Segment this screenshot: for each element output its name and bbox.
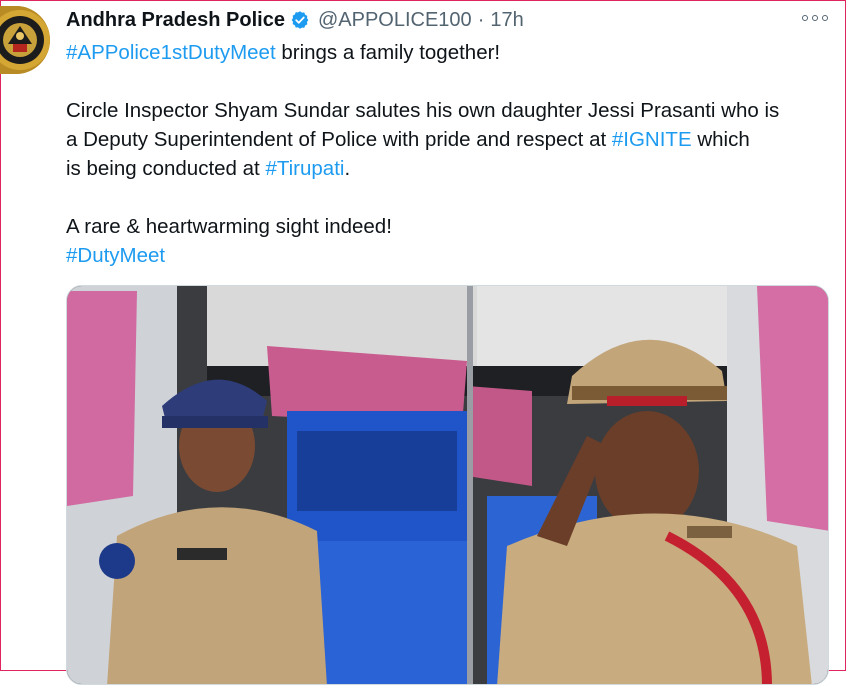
- more-options-icon[interactable]: [802, 10, 828, 26]
- timestamp[interactable]: 17h: [490, 9, 523, 32]
- author-handle[interactable]: @APPOLICE100: [318, 9, 472, 32]
- tweet-line-4: is being conducted at #Tirupati.: [66, 154, 836, 183]
- tweet-line-1: #APPolice1stDutyMeet brings a family tog…: [66, 38, 836, 67]
- separator-dot: ·: [477, 8, 485, 31]
- tweet-line-2: Circle Inspector Shyam Sundar salutes hi…: [66, 99, 780, 122]
- verified-badge-icon: [290, 10, 310, 30]
- tweet-line-1-text: brings a family together!: [275, 41, 501, 64]
- tweet-line-6: #DutyMeet: [66, 241, 836, 270]
- tweet-line-3-text: a Deputy Superintendent of Police with p…: [66, 128, 612, 151]
- tweet-header: Andhra Pradesh Police @APPOLICE100 · 17h: [66, 6, 524, 34]
- tweet-text: #APPolice1stDutyMeet brings a family tog…: [66, 38, 836, 270]
- tweet-photo[interactable]: [66, 285, 829, 685]
- hashtag-ignite[interactable]: #IGNITE: [612, 128, 692, 151]
- salute-photo-illustration: [67, 286, 828, 684]
- tweet-line-5: A rare & heartwarming sight indeed!: [66, 215, 392, 238]
- tweet-line-3: a Deputy Superintendent of Police with p…: [66, 125, 836, 154]
- tweet-line-3-end: which: [691, 128, 750, 151]
- hashtag-tirupati[interactable]: #Tirupati: [265, 157, 344, 180]
- hashtag-appolice1stdutymeet[interactable]: #APPolice1stDutyMeet: [66, 41, 276, 64]
- author-name[interactable]: Andhra Pradesh Police: [66, 9, 285, 32]
- hashtag-dutymeet[interactable]: #DutyMeet: [66, 244, 165, 267]
- tweet-line-4-text: is being conducted at: [66, 157, 266, 180]
- tweet-line-4-end: .: [344, 157, 351, 180]
